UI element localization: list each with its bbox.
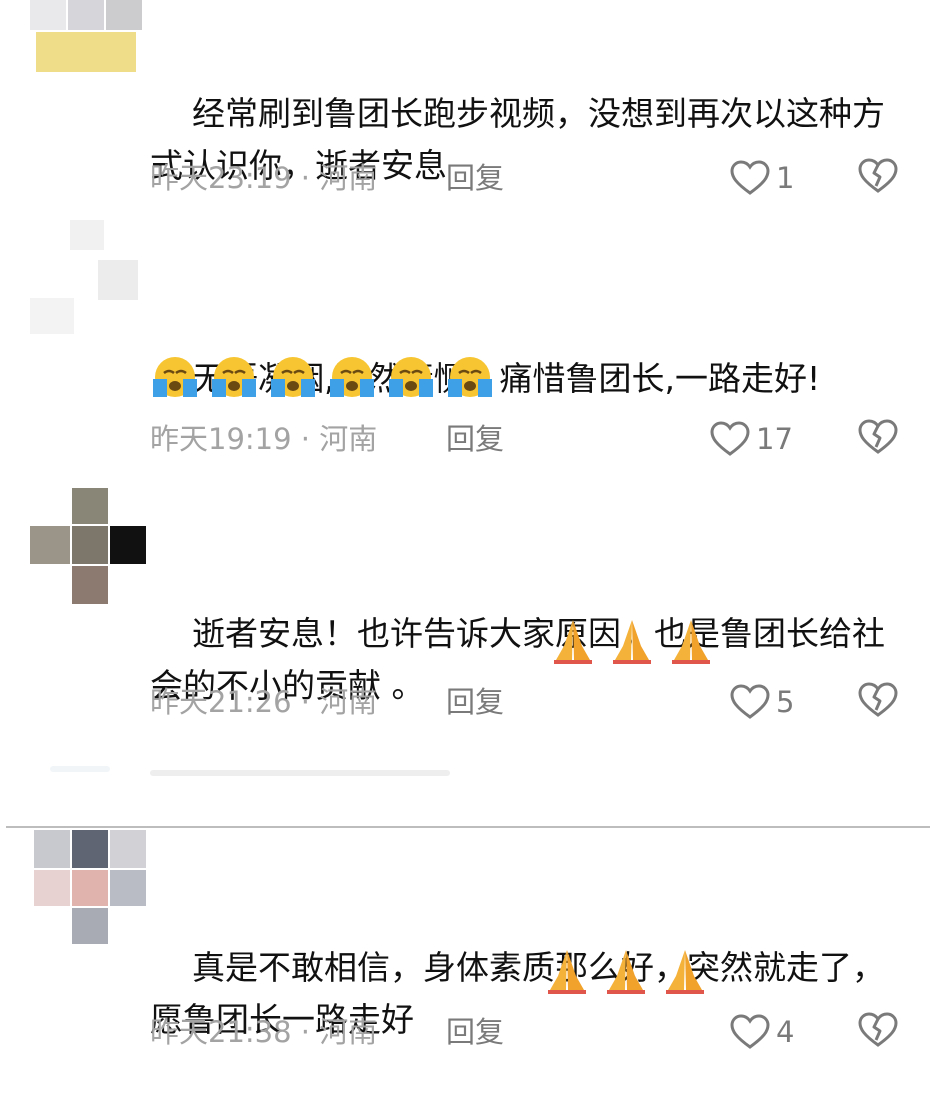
comment-text: 真是不敢相信，身体素质那么好，突然就走了，愿鲁团长一路走好 xyxy=(150,948,885,1039)
reply-button[interactable]: 回复 xyxy=(446,1012,504,1052)
emoji-row xyxy=(150,355,499,405)
avatar[interactable] xyxy=(30,220,140,335)
comment-meta: 昨天23:19 · 河南 回复 1 xyxy=(150,158,910,198)
broken-heart-icon xyxy=(858,682,898,717)
comment-item: 无语凝咽,默然凄恻。痛惜鲁团长,一路走好! 昨天19:19 · 河南 回复 17 xyxy=(0,215,930,485)
loudly-crying-face-icon xyxy=(389,357,434,397)
cropped-row-remnant xyxy=(50,766,110,772)
reply-button[interactable]: 回复 xyxy=(446,682,504,722)
like-button[interactable]: 5 xyxy=(730,682,794,722)
comment-meta: 昨天21:38 · 河南 回复 4 xyxy=(150,1012,910,1052)
reply-button[interactable]: 回复 xyxy=(446,158,504,198)
loudly-crying-face-icon xyxy=(330,357,375,397)
folded-hands-icon xyxy=(613,620,652,664)
comment-time-location: 昨天19:19 · 河南 xyxy=(150,422,378,456)
folded-hands-icon xyxy=(607,950,646,994)
like-button[interactable]: 4 xyxy=(730,1012,794,1052)
like-count: 5 xyxy=(776,685,795,719)
comment-item: 真是不敢相信，身体素质那么好，突然就走了，愿鲁团长一路走好 昨天21:38 · … xyxy=(0,830,930,1074)
comment-time-location: 昨天23:19 · 河南 xyxy=(150,161,378,195)
like-count: 17 xyxy=(756,422,793,456)
dislike-button[interactable] xyxy=(858,158,898,204)
heart-icon xyxy=(710,421,750,456)
emoji-row xyxy=(542,946,714,996)
dislike-button[interactable] xyxy=(858,682,898,728)
avatar[interactable] xyxy=(30,488,148,606)
heart-icon xyxy=(730,1014,770,1049)
comment-meta: 昨天21:26 · 河南 回复 5 xyxy=(150,682,910,722)
broken-heart-icon xyxy=(858,1012,898,1047)
avatar[interactable] xyxy=(30,0,142,74)
folded-hands-icon xyxy=(554,620,592,664)
comment-item: 逝者安息！也许告诉大家原因，也是鲁团长给社会的不小的贡献 。 昨天21:26 ·… xyxy=(0,488,930,748)
section-divider xyxy=(6,826,930,828)
comment-text: 经常刷到鲁团长跑步视频，没想到再次以这种方式认识你，逝者安息 xyxy=(150,94,885,185)
folded-hands-icon xyxy=(672,620,711,664)
avatar[interactable] xyxy=(34,830,150,948)
like-count: 4 xyxy=(776,1015,795,1049)
comment-item: 经常刷到鲁团长跑步视频，没想到再次以这种方式认识你，逝者安息 昨天23:19 ·… xyxy=(0,0,930,210)
comment-time-location: 昨天21:26 · 河南 xyxy=(150,685,378,719)
folded-hands-icon xyxy=(666,950,705,994)
dislike-button[interactable] xyxy=(858,1012,898,1058)
loudly-crying-face-icon xyxy=(212,357,257,397)
emoji-row xyxy=(548,616,720,666)
broken-heart-icon xyxy=(858,419,898,454)
like-count: 1 xyxy=(776,161,795,195)
cropped-row-remnant xyxy=(150,770,450,776)
broken-heart-icon xyxy=(858,158,898,193)
reply-button[interactable]: 回复 xyxy=(446,419,504,459)
comment-time-location: 昨天21:38 · 河南 xyxy=(150,1015,378,1049)
loudly-crying-face-icon xyxy=(448,357,493,397)
folded-hands-icon xyxy=(548,950,586,994)
loudly-crying-face-icon xyxy=(153,357,197,397)
loudly-crying-face-icon xyxy=(271,357,316,397)
heart-icon xyxy=(730,160,770,195)
comment-meta: 昨天19:19 · 河南 回复 17 xyxy=(150,419,910,459)
dislike-button[interactable] xyxy=(858,419,898,465)
like-button[interactable]: 1 xyxy=(730,158,794,198)
like-button[interactable]: 17 xyxy=(710,419,793,459)
comment-text: 逝者安息！也许告诉大家原因，也是鲁团长给社会的不小的贡献 。 xyxy=(150,614,885,705)
heart-icon xyxy=(730,684,770,719)
